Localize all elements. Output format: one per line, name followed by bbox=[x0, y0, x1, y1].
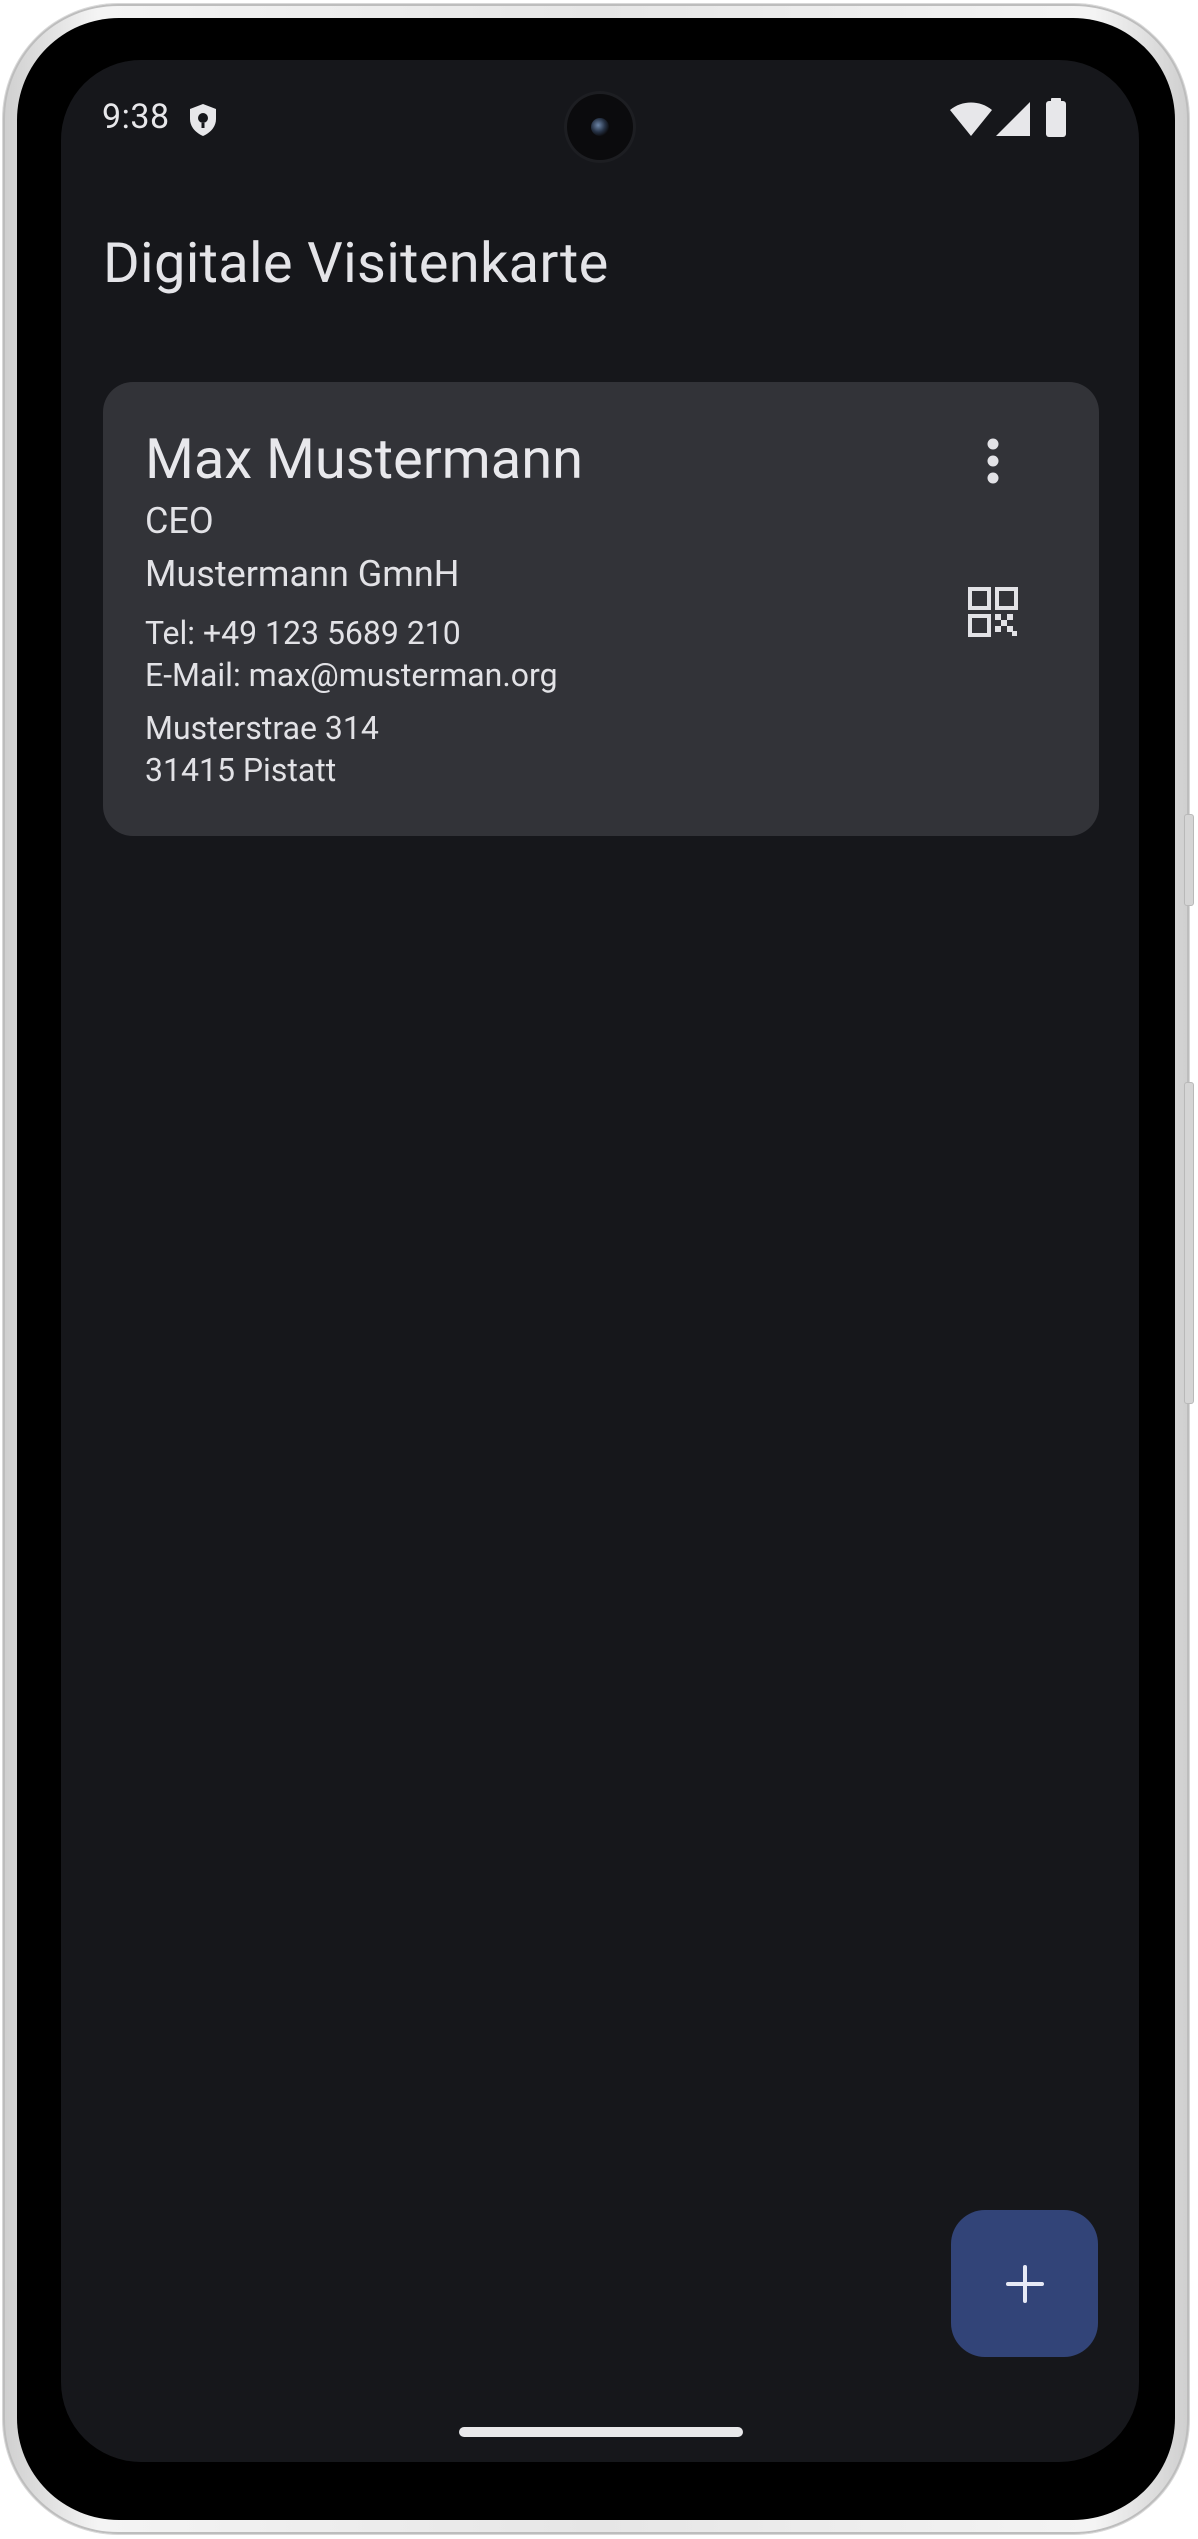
add-icon bbox=[1005, 2264, 1044, 2303]
gesture-navigation-bar[interactable] bbox=[459, 2427, 743, 2437]
shield-icon bbox=[190, 104, 216, 136]
card-email: E-Mail: max@musterman.org bbox=[145, 656, 558, 694]
status-bar: 9:38 bbox=[61, 60, 1139, 180]
qr-code-icon bbox=[968, 587, 1018, 637]
card-street: Musterstrae 314 bbox=[145, 709, 379, 747]
show-qr-code-button[interactable] bbox=[963, 582, 1023, 642]
screen: 9:38 Digitale Visitenkarte Max Musterman… bbox=[61, 60, 1139, 2462]
phone-frame: 9:38 Digitale Visitenkarte Max Musterman… bbox=[3, 4, 1194, 2534]
more-options-button[interactable] bbox=[965, 426, 1021, 496]
front-camera bbox=[567, 94, 633, 160]
card-company: Mustermann GmnH bbox=[145, 553, 460, 595]
page-title: Digitale Visitenkarte bbox=[103, 230, 609, 296]
card-city: 31415 Pistatt bbox=[145, 751, 337, 789]
card-phone: Tel: +49 123 5689 210 bbox=[145, 614, 461, 652]
wifi-icon bbox=[950, 102, 992, 136]
more-vert-icon bbox=[987, 438, 999, 484]
status-time: 9:38 bbox=[102, 97, 170, 137]
add-card-button[interactable] bbox=[951, 2210, 1098, 2357]
card-name: Max Mustermann bbox=[145, 426, 584, 492]
volume-button bbox=[1184, 1082, 1194, 1404]
battery-icon bbox=[1046, 98, 1066, 137]
power-button bbox=[1184, 814, 1194, 906]
signal-icon bbox=[996, 102, 1030, 136]
business-card[interactable]: Max Mustermann CEO Mustermann GmnH Tel: … bbox=[103, 382, 1099, 836]
card-role: CEO bbox=[145, 500, 214, 542]
